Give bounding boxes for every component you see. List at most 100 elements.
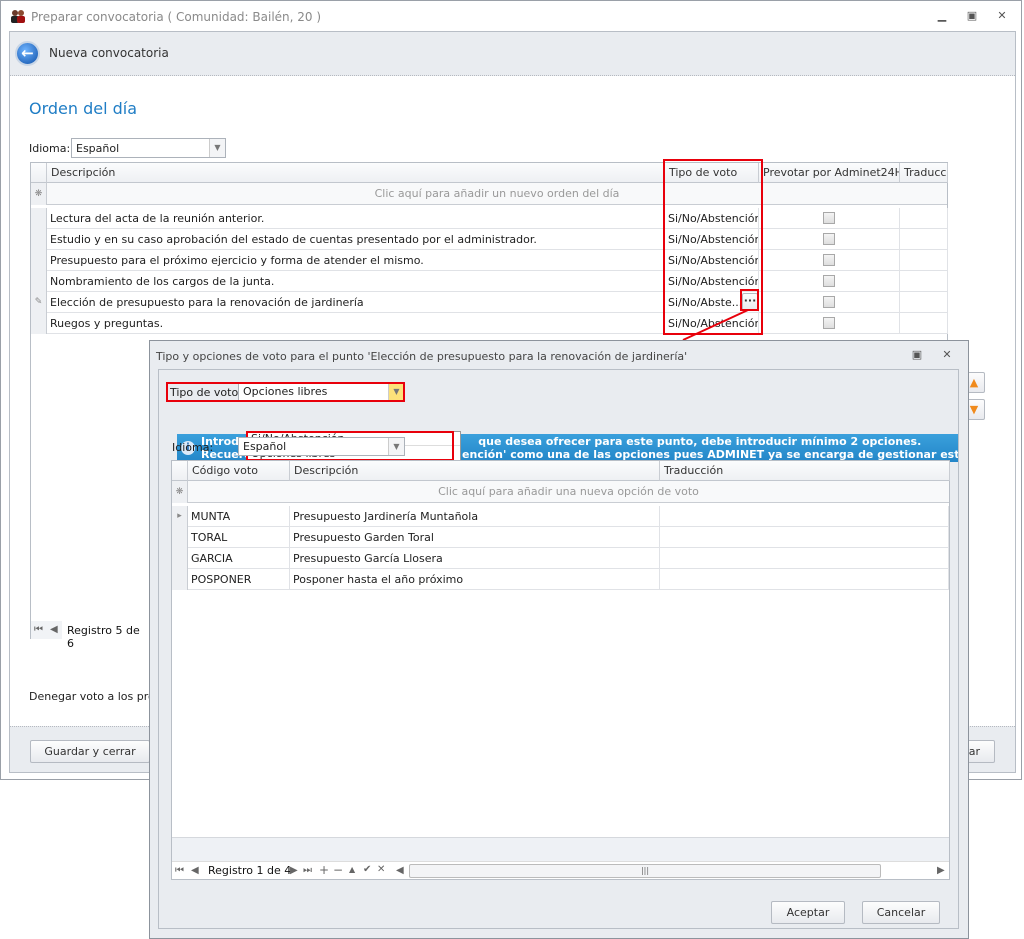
horizontal-scrollbar[interactable]: ||| — [409, 864, 881, 878]
column-header-prevotar[interactable]: Prevotar por Adminet24H — [759, 163, 900, 183]
minimize-icon[interactable]: ▁ — [934, 9, 950, 23]
row-indicator — [31, 229, 47, 250]
column-header-traduccion[interactable]: Traducción — [900, 163, 948, 183]
column-header-traduccion[interactable]: Traducción — [660, 461, 950, 481]
close-icon[interactable]: ✕ — [994, 9, 1010, 23]
row-indicator — [31, 313, 47, 334]
agenda-row-traduccion[interactable] — [900, 208, 948, 229]
column-header-descripcion[interactable]: Descripción — [290, 461, 660, 481]
agenda-row-descripcion[interactable]: Estudio y en su caso aprobación del esta… — [47, 229, 665, 250]
callout-line — [682, 309, 749, 341]
agenda-row-traduccion[interactable] — [900, 313, 948, 334]
save-close-button[interactable]: Guardar y cerrar — [30, 740, 150, 763]
title-bar: Preparar convocatoria ( Comunidad: Bailé… — [1, 1, 1021, 31]
edit-pencil-icon: ✎ — [31, 292, 47, 313]
prevotar-checkbox[interactable] — [823, 212, 835, 224]
prevotar-checkbox[interactable] — [823, 275, 835, 287]
option-row-codigo[interactable]: MUNTA — [188, 506, 290, 527]
section-title: Orden del día — [29, 99, 138, 118]
options-navigator: ⏮ ◀ Registro 1 de 4 ▶ ⏭ + − ▲ ✔ ✕ ◀ ||| … — [172, 861, 949, 879]
agenda-row-traduccion[interactable] — [900, 250, 948, 271]
grid-footer — [172, 837, 949, 861]
agenda-row-descripcion[interactable]: Nombramiento de los cargos de la junta. — [47, 271, 665, 292]
save-record-icon[interactable]: ✔ — [363, 864, 371, 875]
row-indicator — [31, 208, 47, 229]
dialog-idioma-value: Español — [243, 440, 287, 453]
header-strip: ← Nueva convocatoria — [10, 32, 1015, 76]
agenda-row-descripcion[interactable]: Ruegos y preguntas. — [47, 313, 665, 334]
app-icon — [10, 9, 26, 23]
idioma-value: Español — [76, 142, 120, 155]
prev-record-icon[interactable]: ◀ — [191, 865, 199, 876]
agenda-row-prevotar — [759, 250, 900, 271]
agenda-row-prevotar — [759, 271, 900, 292]
agenda-row-traduccion[interactable] — [900, 229, 948, 250]
last-record-icon[interactable]: ⏭ — [303, 865, 312, 876]
agenda-row-traduccion[interactable] — [900, 292, 948, 313]
option-row-traduccion[interactable] — [660, 548, 949, 569]
new-row-icon: ❋ — [31, 183, 47, 205]
column-header-descripcion[interactable]: Descripción — [47, 163, 665, 183]
header-title: Nueva convocatoria — [49, 46, 169, 60]
dialog-idioma-label: Idioma: — [172, 441, 214, 454]
option-row-traduccion[interactable] — [660, 569, 949, 590]
option-row-descripcion[interactable]: Presupuesto García Llosera — [290, 548, 660, 569]
prevotar-checkbox[interactable] — [823, 233, 835, 245]
column-header-codigo[interactable]: Código voto — [188, 461, 290, 481]
record-counter: Registro 5 de 6 — [62, 621, 151, 650]
agenda-row-traduccion[interactable] — [900, 271, 948, 292]
agenda-navigator: ⏮ ◀ Registro 5 de 6 — [31, 621, 151, 650]
option-row-codigo[interactable]: TORAL — [188, 527, 290, 548]
new-row-icon: ❋ — [172, 481, 188, 503]
agenda-row-prevotar — [759, 313, 900, 334]
option-row-descripcion[interactable]: Posponer hasta el año próximo — [290, 569, 660, 590]
record-counter: Registro 1 de 4 — [208, 864, 292, 877]
cancel-button[interactable]: Cancelar — [862, 901, 940, 924]
window-title: Preparar convocatoria ( Comunidad: Bailé… — [31, 10, 322, 24]
option-row-codigo[interactable]: GARCIA — [188, 548, 290, 569]
row-indicator — [31, 250, 47, 271]
row-indicator — [31, 271, 47, 292]
accept-button[interactable]: Aceptar — [771, 901, 845, 924]
option-row-descripcion[interactable]: Presupuesto Jardinería Muntañola — [290, 506, 660, 527]
agenda-row-descripcion[interactable]: Presupuesto para el próximo ejercicio y … — [47, 250, 665, 271]
option-row-traduccion[interactable] — [660, 527, 949, 548]
cancel-record-icon[interactable]: ✕ — [377, 864, 385, 875]
first-record-icon[interactable]: ⏮ — [175, 865, 184, 876]
edit-record-icon[interactable]: ▲ — [349, 865, 355, 874]
chevron-down-icon[interactable]: ▼ — [209, 139, 225, 157]
scroll-right-icon[interactable]: ▶ — [937, 865, 945, 876]
indicator-header — [172, 461, 188, 481]
prevotar-checkbox[interactable] — [823, 296, 835, 308]
restore-icon[interactable]: ▣ — [909, 348, 925, 362]
vote-options-grid: Código voto Descripción Traducción ❋ Cli… — [171, 460, 950, 880]
next-record-icon[interactable]: ▶ — [290, 865, 298, 876]
row-indicator — [172, 548, 188, 569]
scroll-left-icon[interactable]: ◀ — [396, 865, 404, 876]
agenda-row-prevotar — [759, 229, 900, 250]
option-row-codigo[interactable]: POSPONER — [188, 569, 290, 590]
chevron-down-icon[interactable]: ▼ — [388, 438, 404, 455]
agenda-row-descripcion[interactable]: Lectura del acta de la reunión anterior. — [47, 208, 665, 229]
prevotar-checkbox[interactable] — [823, 317, 835, 329]
add-agenda-row[interactable]: Clic aquí para añadir un nuevo orden del… — [47, 183, 947, 205]
agenda-row-prevotar — [759, 292, 900, 313]
row-indicator — [172, 569, 188, 590]
delete-record-icon[interactable]: − — [333, 863, 343, 877]
option-row-descripcion[interactable]: Presupuesto Garden Toral — [290, 527, 660, 548]
close-icon[interactable]: ✕ — [939, 348, 955, 362]
back-arrow-icon[interactable]: ← — [15, 41, 40, 66]
prevotar-checkbox[interactable] — [823, 254, 835, 266]
maximize-icon[interactable]: ▣ — [964, 9, 980, 23]
dialog-idioma-select[interactable]: Español ▼ — [238, 437, 405, 456]
first-record-icon[interactable]: ⏮ — [34, 624, 43, 635]
option-row-traduccion[interactable] — [660, 506, 949, 527]
idioma-label: Idioma: — [29, 142, 71, 155]
dialog-title: Tipo y opciones de voto para el punto 'E… — [156, 350, 688, 363]
prev-record-icon[interactable]: ◀ — [50, 624, 58, 635]
vote-options-dialog: Tipo y opciones de voto para el punto 'E… — [149, 340, 969, 939]
agenda-row-descripcion[interactable]: Elección de presupuesto para la renovaci… — [47, 292, 665, 313]
add-option-row[interactable]: Clic aquí para añadir una nueva opción d… — [188, 481, 949, 503]
idioma-select[interactable]: Español ▼ — [71, 138, 226, 158]
add-record-icon[interactable]: + — [319, 863, 329, 877]
